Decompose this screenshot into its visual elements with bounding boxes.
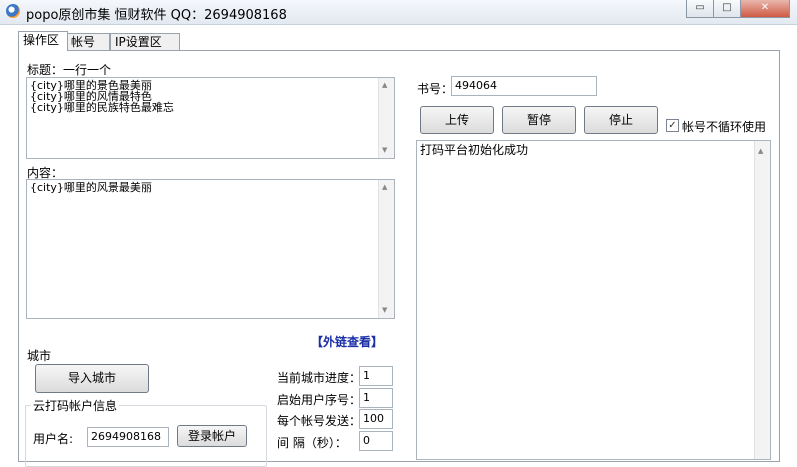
operation-panel: 标题：一行一个 {city}哪里的景色最美丽 {city}哪里的风情最特色 {c… [18,50,780,467]
log-textarea[interactable]: 打码平台初始化成功 ▲ [416,140,771,460]
stop-button[interactable]: 停止 [584,106,658,134]
cloud-group-title: 云打码帐户信息 [31,397,120,414]
interval-label: 间 隔（秒）： [277,436,347,450]
progress-label: 当前城市进度： [277,371,362,385]
login-button[interactable]: 登录帐户 [177,425,247,447]
content-textarea[interactable]: {city}哪里的风景最美丽 ▲ ▼ [26,179,395,319]
title-bar: popo原创市集 恒财软件 QQ：2694908168 ▭ □ ✕ [0,0,797,25]
minimize-button[interactable]: ▭ [686,0,714,18]
scroll-down-icon[interactable]: ▼ [382,305,387,316]
checkmark-icon: ✓ [668,120,677,131]
city-label: 城市 [27,349,52,363]
title-textarea[interactable]: {city}哪里的景色最美丽 {city}哪里的风情最特色 {city}哪里的民… [26,77,395,159]
progress-input[interactable]: 1 [359,366,393,386]
content-line: {city}哪里的风景最美丽 [30,181,152,194]
scroll-down-icon[interactable]: ▼ [382,145,387,156]
import-city-button[interactable]: 导入城市 [35,364,149,393]
restore-button[interactable]: □ [713,0,741,18]
no-cycle-label: 帐号不循环使用 [682,120,767,134]
interval-input[interactable]: 0 [359,431,393,451]
external-link-view[interactable]: 【外链查看】 [311,333,383,350]
tab-account[interactable]: 帐号 [66,33,110,51]
scroll-up-icon[interactable]: ▲ [382,182,387,193]
scroll-up-icon[interactable]: ▲ [758,144,763,158]
close-button[interactable]: ✕ [740,0,790,18]
start-index-input[interactable]: 1 [359,388,393,408]
pause-button[interactable]: 暂停 [502,106,576,134]
window-title: popo原创市集 恒财软件 QQ：2694908168 [26,8,287,23]
close-icon: ✕ [760,2,770,13]
username-input[interactable]: 2694908168 [87,427,169,447]
no-cycle-checkbox[interactable]: ✓ [666,119,679,132]
title-line: {city}哪里的民族特色最难忘 [30,101,174,114]
per-account-input[interactable]: 100 [359,409,393,429]
log-line: 打码平台初始化成功 [420,143,529,157]
minimize-icon: ▭ [695,2,705,13]
book-input[interactable]: 494064 [451,76,597,96]
title-label: 标题：一行一个 [27,63,112,77]
app-icon [6,4,20,18]
start-index-label: 启始用户序号： [277,393,362,407]
tab-operation[interactable]: 操作区 [18,31,68,51]
log-scrollbar[interactable]: ▲ [754,141,770,459]
title-scrollbar[interactable]: ▲ ▼ [378,78,394,158]
book-label: 书号： [417,82,454,96]
scroll-up-icon[interactable]: ▲ [382,80,387,91]
content-scrollbar[interactable]: ▲ ▼ [378,180,394,318]
tab-ip-settings[interactable]: IP设置区 [110,33,180,51]
upload-button[interactable]: 上传 [420,106,494,134]
per-account-label: 每个帐号发送： [277,414,362,428]
restore-icon: □ [722,2,732,13]
username-label: 用户名: [33,432,74,446]
